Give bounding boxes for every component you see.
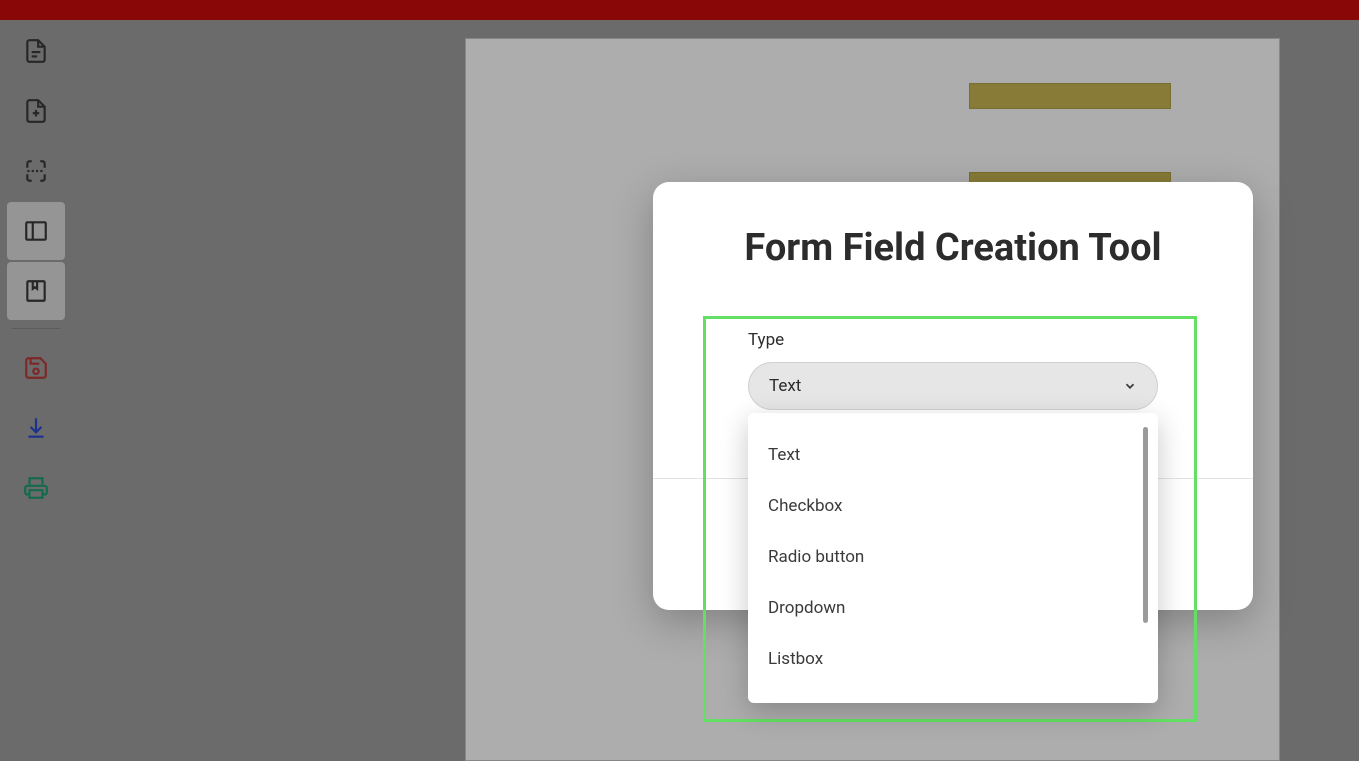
- modal-title: Form Field Creation Tool: [744, 226, 1161, 270]
- type-select-value: Text: [769, 376, 801, 396]
- dropdown-scrollbar[interactable]: [1143, 427, 1148, 623]
- type-section: Type Text: [748, 330, 1158, 410]
- app-topbar: [0, 0, 1359, 20]
- dropdown-option-listbox[interactable]: Listbox: [748, 633, 1158, 684]
- dropdown-option-dropdown[interactable]: Dropdown: [748, 582, 1158, 633]
- dropdown-option-checkbox[interactable]: Checkbox: [748, 480, 1158, 531]
- chevron-down-icon: [1123, 379, 1137, 393]
- type-select[interactable]: Text: [748, 362, 1158, 410]
- dropdown-option-radio[interactable]: Radio button: [748, 531, 1158, 582]
- dropdown-option-text[interactable]: Text: [748, 429, 1158, 480]
- type-dropdown: Text Checkbox Radio button Dropdown List…: [748, 413, 1158, 703]
- type-label: Type: [748, 330, 1158, 350]
